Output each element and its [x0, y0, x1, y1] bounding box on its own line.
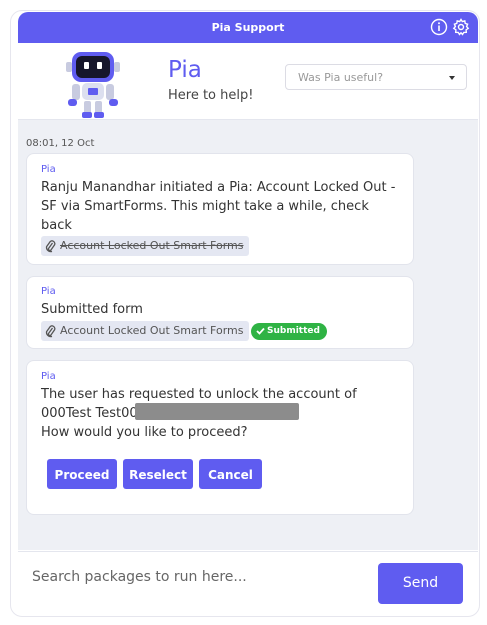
message-sender: Pia [41, 164, 56, 175]
message-timestamp: 08:01, 12 Oct [26, 138, 95, 149]
message-card: Pia The user has requested to unlock the… [26, 360, 414, 515]
search-input[interactable] [30, 561, 364, 593]
message-line: Submitted form [41, 302, 143, 317]
message-sender: Pia [41, 286, 56, 297]
paperclip-icon [45, 325, 56, 338]
message-line: Ranju Manandhar initiated a Pia: Account… [41, 180, 396, 195]
message-line: How would you like to proceed? [41, 425, 248, 440]
gear-icon[interactable] [452, 18, 470, 36]
composer: Send [18, 551, 478, 615]
chevron-down-icon [449, 76, 455, 80]
message-card: Pia Ranju Manandhar initiated a Pia: Acc… [26, 153, 414, 265]
bot-name: Pia [168, 57, 202, 83]
attachment-label: Account Locked Out Smart Forms [60, 239, 244, 252]
info-icon[interactable] [430, 18, 448, 36]
attachment-label: Account Locked Out Smart Forms [60, 324, 244, 337]
message-line: SF via SmartForms. This might take a whi… [41, 199, 369, 233]
cancel-button[interactable]: Cancel [199, 459, 262, 489]
header-bar: Pia Support [18, 12, 478, 43]
message-card: Pia Submitted form Account Locked Out Sm… [26, 276, 414, 349]
header-title: Pia Support [211, 21, 285, 34]
message-sender: Pia [41, 371, 56, 382]
attachment-chip[interactable]: Account Locked Out Smart Forms [41, 236, 249, 256]
proceed-button[interactable]: Proceed [47, 459, 117, 489]
feedback-dropdown[interactable]: Was Pia useful? [285, 64, 467, 90]
paperclip-icon [45, 240, 56, 253]
status-badge: Submitted [251, 323, 327, 340]
message-line: The user has requested to unlock the acc… [41, 387, 357, 402]
chat-log: 08:01, 12 Oct Pia Ranju Manandhar initia… [18, 120, 478, 550]
send-button[interactable]: Send [378, 563, 463, 604]
reselect-button[interactable]: Reselect [123, 459, 193, 489]
robot-avatar [66, 52, 120, 118]
status-badge-label: Submitted [267, 326, 320, 336]
redacted-text [135, 403, 299, 420]
attachment-chip[interactable]: Account Locked Out Smart Forms [41, 321, 249, 341]
feedback-placeholder: Was Pia useful? [298, 71, 384, 84]
check-icon [256, 327, 265, 335]
bot-tagline: Here to help! [168, 88, 254, 103]
bot-profile: Pia Here to help! Was Pia useful? [18, 43, 478, 120]
message-text: Submitted form [41, 300, 403, 319]
